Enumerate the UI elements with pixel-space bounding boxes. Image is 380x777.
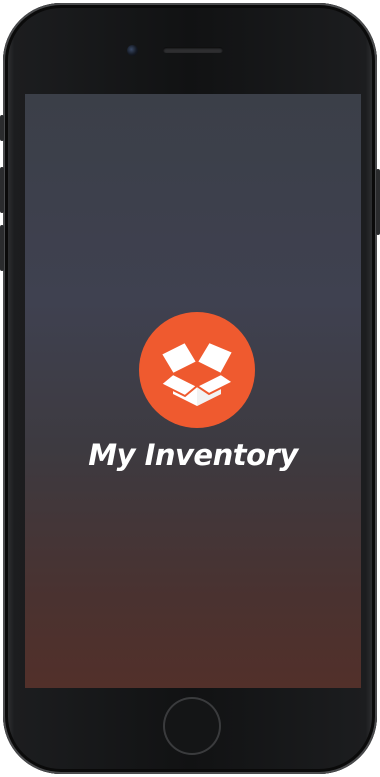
earpiece-speaker: [163, 47, 223, 53]
front-camera: [127, 45, 138, 56]
volume-up-button: [0, 167, 4, 213]
splash-screen: My Inventory: [25, 94, 361, 688]
mute-switch: [0, 115, 4, 141]
app-logo: [139, 312, 255, 428]
power-button: [376, 169, 380, 235]
volume-down-button: [0, 225, 4, 271]
home-button[interactable]: [163, 697, 221, 755]
open-box-icon: [159, 340, 235, 406]
app-title: My Inventory: [88, 438, 298, 472]
phone-frame: My Inventory: [0, 3, 380, 774]
